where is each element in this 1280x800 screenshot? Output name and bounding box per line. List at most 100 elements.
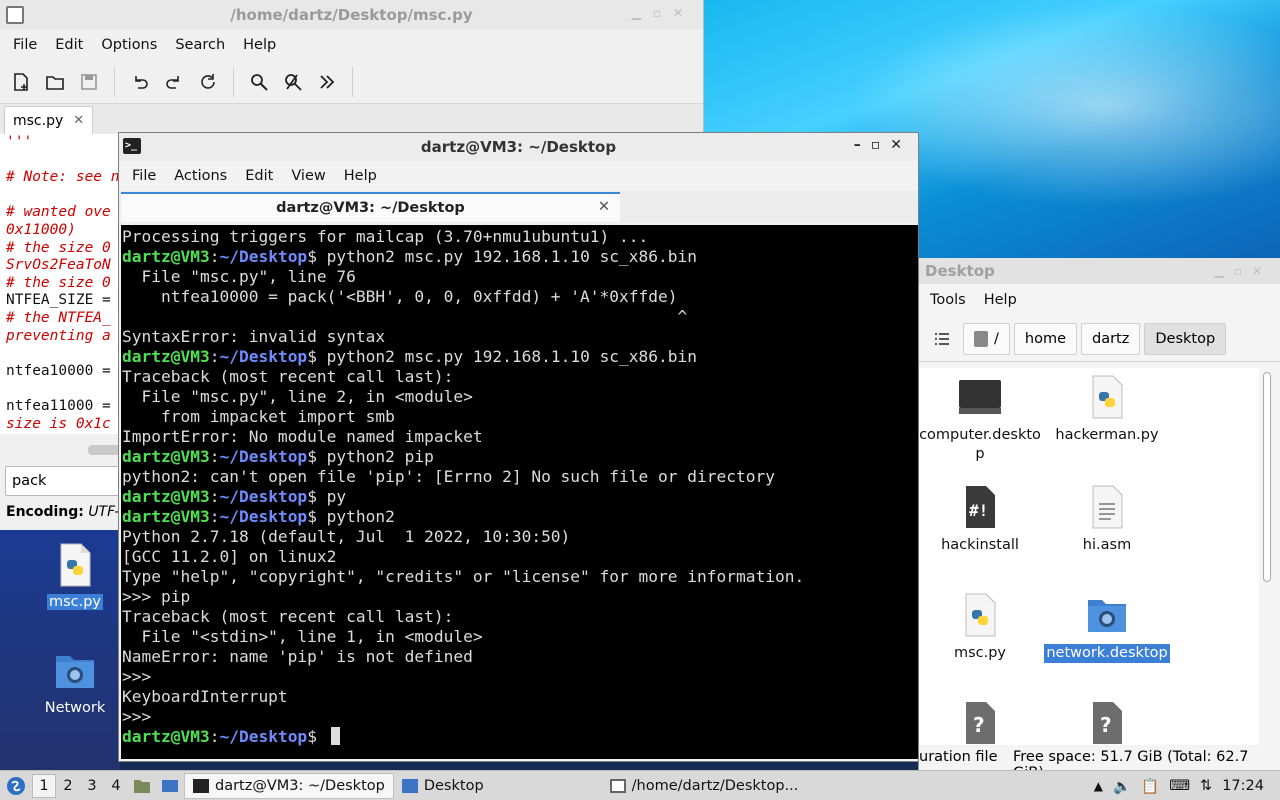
- crumb-desktop[interactable]: Desktop: [1144, 322, 1227, 355]
- terminal-titlebar[interactable]: >_ dartz@VM3: ~/Desktop –▫✕: [119, 133, 918, 161]
- fm-titlebar[interactable]: Desktop ▁▫✕: [919, 258, 1280, 284]
- save-icon[interactable]: [76, 69, 102, 95]
- prompt-separator: :: [209, 447, 220, 466]
- menu-edit[interactable]: Edit: [46, 37, 92, 53]
- menu-edit[interactable]: Edit: [236, 168, 282, 184]
- file-item[interactable]: #! hackinstall: [917, 484, 1043, 555]
- prompt-user: dartz@VM3: [122, 727, 210, 746]
- prompt-user: dartz@VM3: [122, 487, 210, 506]
- file-label: hackinstall: [941, 537, 1019, 553]
- terminal-tab[interactable]: dartz@VM3: ~/Desktop ✕: [121, 192, 620, 222]
- vertical-scrollbar[interactable]: [1263, 372, 1271, 582]
- replace-icon[interactable]: [280, 69, 306, 95]
- editor-titlebar[interactable]: /home/dartz/Desktop/msc.py ▁▫✕: [0, 0, 703, 30]
- terminal-title: dartz@VM3: ~/Desktop: [420, 138, 617, 156]
- task-terminal[interactable]: dartz@VM3: ~/Desktop: [184, 772, 394, 799]
- task-editor[interactable]: /home/dartz/Desktop...: [602, 773, 807, 799]
- terminal-line: >>>: [122, 707, 152, 726]
- workspace-1[interactable]: 1: [32, 773, 56, 798]
- reload-icon[interactable]: [195, 69, 221, 95]
- show-desktop-icon[interactable]: [156, 778, 184, 794]
- close-tab-icon[interactable]: ✕: [73, 113, 84, 128]
- window-controls[interactable]: ▁▫✕: [1215, 264, 1272, 278]
- terminal-line: File "<stdin>", line 1, in <module>: [122, 627, 483, 646]
- prompt-user: dartz@VM3: [122, 447, 210, 466]
- undo-icon[interactable]: [127, 69, 153, 95]
- workspace-3[interactable]: 3: [80, 778, 104, 794]
- desktop-icon-msc-py[interactable]: msc.py: [25, 542, 125, 610]
- terminal-line: Processing triggers for mailcap (3.70+nm…: [122, 227, 649, 246]
- file-item[interactable]: msc.py: [917, 592, 1043, 663]
- prompt-dollar: $: [307, 247, 317, 266]
- search-icon[interactable]: [246, 69, 272, 95]
- crumb-dartz[interactable]: dartz: [1081, 322, 1141, 355]
- task-label: dartz@VM3: ~/Desktop: [215, 777, 385, 794]
- prompt-user: dartz@VM3: [122, 247, 210, 266]
- file-item[interactable]: computer.desktop: [917, 374, 1043, 464]
- workspace-2[interactable]: 2: [56, 778, 80, 794]
- prompt-dollar: $: [307, 347, 317, 366]
- terminal-line: from impacket import smb: [122, 407, 395, 426]
- network-icon[interactable]: ⇅: [1200, 778, 1212, 794]
- terminal-screen[interactable]: Processing triggers for mailcap (3.70+nm…: [121, 225, 918, 759]
- workspace-4[interactable]: 4: [104, 778, 128, 794]
- tab-msc-py[interactable]: msc.py ✕: [4, 106, 94, 134]
- desktop-icon-label: Network: [44, 700, 106, 716]
- file-grid: computer.desktop hackerman.py #! hackins…: [919, 368, 1259, 748]
- file-label: hackerman.py: [1055, 427, 1159, 443]
- up-arrow-icon[interactable]: ▲: [1094, 779, 1103, 793]
- file-item[interactable]: network.desktop: [1044, 592, 1170, 663]
- editor-tabbar: msc.py ✕: [0, 104, 703, 134]
- close-tab-icon[interactable]: ✕: [598, 199, 610, 215]
- svg-text:#!: #!: [969, 501, 988, 520]
- app-menu-icon[interactable]: [0, 776, 32, 796]
- window-controls[interactable]: –▫✕: [854, 137, 912, 153]
- menu-help[interactable]: Help: [234, 37, 285, 53]
- list-view-icon[interactable]: [925, 323, 959, 355]
- crumb-root[interactable]: /: [963, 322, 1010, 355]
- clipboard-icon[interactable]: 📋: [1141, 778, 1159, 795]
- window-controls[interactable]: ▁▫✕: [632, 6, 695, 20]
- editor-toolbar: [0, 60, 703, 104]
- menu-file[interactable]: File: [4, 37, 46, 53]
- file-manager-launcher-icon[interactable]: [128, 778, 156, 794]
- keyboard-icon[interactable]: ⌨: [1169, 778, 1190, 794]
- terminal-window[interactable]: >_ dartz@VM3: ~/Desktop –▫✕ File Actions…: [118, 132, 919, 762]
- file-manager-window[interactable]: Desktop ▁▫✕ Tools Help / home dartz Desk…: [918, 258, 1280, 781]
- drive-icon: [974, 330, 988, 347]
- task-label: /home/dartz/Desktop...: [631, 777, 799, 794]
- terminal-line: dartz@VM3:~/Desktop$ py: [122, 487, 918, 507]
- file-item[interactable]: hi.asm: [1044, 484, 1170, 555]
- new-file-icon[interactable]: [8, 69, 34, 95]
- goto-line-icon[interactable]: [314, 69, 340, 95]
- editor-icon: [609, 778, 626, 793]
- menu-actions[interactable]: Actions: [165, 168, 236, 184]
- tab-label: msc.py: [13, 112, 64, 129]
- file-label: computer.desktop: [919, 427, 1041, 462]
- clock[interactable]: 17:24: [1222, 778, 1264, 794]
- command-text: py: [316, 487, 347, 506]
- file-item[interactable]: hackerman.py: [1044, 374, 1170, 445]
- desktop-icon-network[interactable]: Network: [25, 648, 125, 716]
- menu-options[interactable]: Options: [92, 37, 166, 53]
- open-folder-icon[interactable]: [42, 69, 68, 95]
- terminal-line: ^: [122, 307, 688, 326]
- menu-search[interactable]: Search: [166, 37, 234, 53]
- terminal-line: KeyboardInterrupt: [122, 687, 288, 706]
- prompt-path: ~/Desktop: [219, 727, 308, 746]
- terminal-tab-label: dartz@VM3: ~/Desktop: [276, 200, 465, 216]
- fm-title: Desktop: [925, 262, 995, 280]
- menu-tools[interactable]: Tools: [921, 292, 975, 308]
- menu-view[interactable]: View: [282, 168, 334, 184]
- menu-help[interactable]: Help: [335, 168, 386, 184]
- volume-icon[interactable]: 🔈: [1113, 778, 1131, 795]
- terminal-line: >>>: [122, 667, 152, 686]
- command-text: python2 msc.py 192.168.1.10 sc_x86.bin: [316, 347, 698, 366]
- task-file-manager[interactable]: Desktop: [394, 773, 492, 799]
- menu-help[interactable]: Help: [975, 292, 1026, 308]
- prompt-path: ~/Desktop: [219, 487, 308, 506]
- redo-icon[interactable]: [161, 69, 187, 95]
- command-text: python2 msc.py 192.168.1.10 sc_x86.bin: [316, 247, 698, 266]
- menu-file[interactable]: File: [123, 168, 165, 184]
- crumb-home[interactable]: home: [1013, 322, 1077, 355]
